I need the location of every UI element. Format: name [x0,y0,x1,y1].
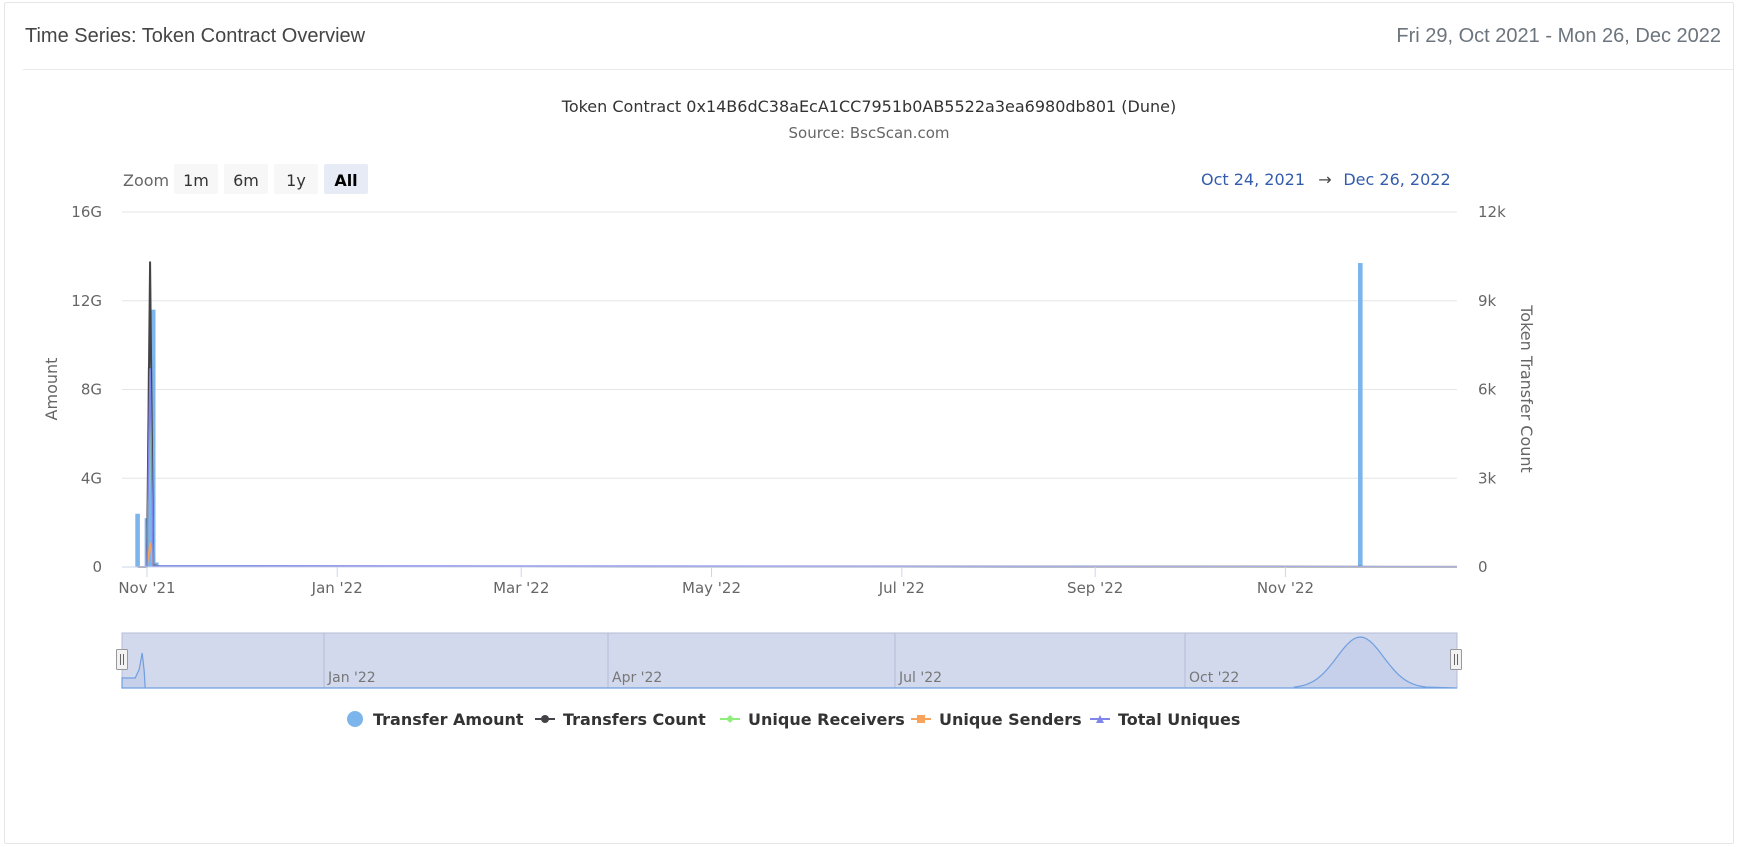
x-axis-ticks: Nov '21 Jan '22 Mar '22 May '22 Jul '22 Sep '… [118,567,1314,597]
y-right-tick-label: 6k [1478,381,1497,399]
plot-area[interactable] [135,261,1457,568]
zoom-button-all[interactable]: All [324,164,368,194]
zoom-button-label: 1m [183,171,209,190]
series-line-path[interactable] [137,367,1457,568]
navigator-left-handle[interactable] [116,649,128,670]
series-line [137,367,1457,568]
y-axis-left-title: Amount [42,358,61,421]
x-tick-label: Jan '22 [311,579,363,597]
series-transfer-amount [135,263,1363,567]
legend-item-transfers-count[interactable]: Transfers Count [535,710,706,729]
legend-label: Total Uniques [1118,710,1240,729]
navigator-mask[interactable] [121,632,1458,689]
y-right-tick-label: 9k [1478,292,1497,310]
zoom-button-1m[interactable]: 1m [174,164,218,194]
x-tick-label: Jul '22 [878,579,925,597]
legend-item-unique-senders[interactable]: Unique Senders [911,710,1082,729]
chart-svg: Token Contract 0x14B6dC38aEcA1CC7951b0AB… [42,97,1536,729]
legend-item-total-uniques[interactable]: Total Uniques [1090,710,1240,729]
grid-lines [122,211,1457,479]
y-left-tick-label: 4G [81,469,102,487]
zoom-button-1y[interactable]: 1y [274,164,318,194]
y-left-tick-label: 12G [71,292,102,310]
legend-marker [347,711,363,727]
series-line [137,261,1457,568]
x-tick-label: Nov '21 [118,579,175,597]
navigator-label: Apr '22 [612,670,662,686]
legend-label: Unique Receivers [748,710,905,729]
navigator-label: Jan '22 [327,670,376,686]
x-tick-label: May '22 [682,579,741,597]
series-line-path[interactable] [137,542,1457,568]
series-line-path[interactable] [137,261,1457,568]
y-right-tick-label: 12k [1478,203,1506,221]
x-tick-label: Nov '22 [1257,579,1314,597]
chart-subtitle: Source: BscScan.com [789,124,950,142]
chart-title: Token Contract 0x14B6dC38aEcA1CC7951b0AB… [561,97,1176,116]
y-left-tick-label: 16G [71,203,102,221]
y-axis-right-title: Token Transfer Count [1517,304,1536,473]
range-arrow: → [1318,170,1331,189]
series-line [137,542,1457,568]
transfer-amount-bar[interactable] [1358,263,1363,567]
legend-label: Transfers Count [563,710,706,729]
navigator-label: Oct '22 [1189,670,1239,686]
zoom-label: Zoom [123,171,169,190]
series-line-path[interactable] [137,403,1457,568]
series-line [137,403,1457,568]
legend-item-transfer-amount[interactable]: Transfer Amount [347,710,524,729]
y-left-tick-label: 8G [81,381,102,399]
range-from-input[interactable]: Oct 24, 2021 [1201,170,1305,189]
y-axis-left-ticks: 0 4G 8G 12G 16G [71,203,102,576]
zoom-button-6m[interactable]: 6m [224,164,268,194]
legend-label: Transfer Amount [373,710,524,729]
zoom-button-label: All [334,171,357,190]
transfer-amount-bar[interactable] [135,513,140,567]
range-to-input[interactable]: Dec 26, 2022 [1343,170,1450,189]
legend-item-unique-receivers[interactable]: Unique Receivers [720,710,905,729]
legend: Transfer Amount Transfers Count Unique Rec… [347,710,1240,729]
x-tick-label: Mar '22 [493,579,549,597]
y-right-tick-label: 3k [1478,469,1497,487]
y-right-tick-label: 0 [1478,558,1488,576]
navigator-label: Jul '22 [898,670,942,686]
zoom-button-label: 1y [286,171,306,190]
zoom-button-label: 6m [233,171,259,190]
zoom-buttons: 1m 6m 1y All [174,164,368,194]
y-left-tick-label: 0 [92,558,102,576]
y-axis-right-ticks: 0 3k 6k 9k 12k [1478,203,1506,576]
navigator-right-handle[interactable] [1450,649,1462,670]
x-tick-label: Sep '22 [1067,579,1123,597]
legend-label: Unique Senders [939,710,1082,729]
